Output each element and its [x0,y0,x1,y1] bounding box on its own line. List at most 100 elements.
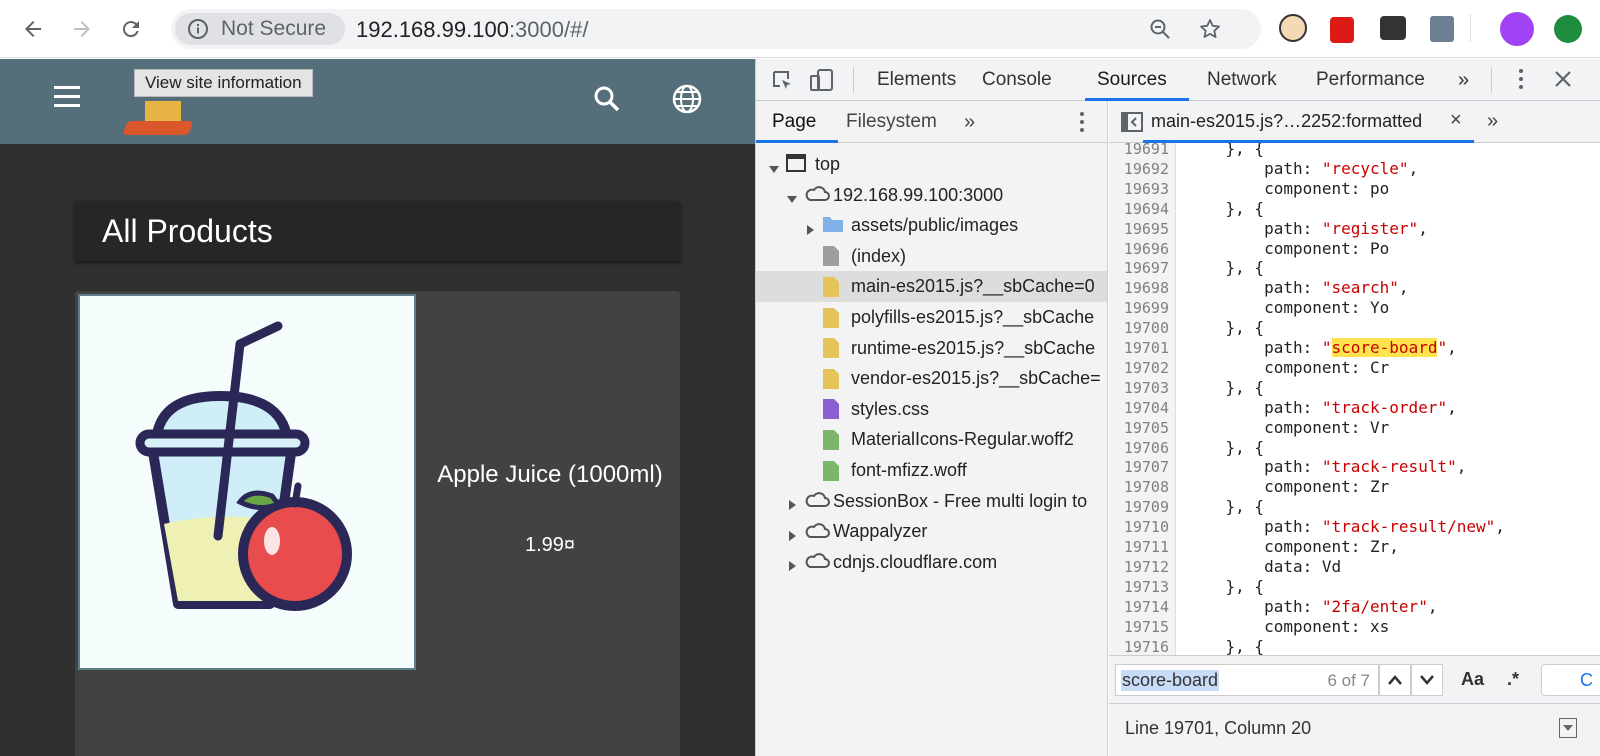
tree-item[interactable]: 192.168.99.100:3000 [756,180,1107,211]
file-gray-icon [822,245,842,267]
next-match-button[interactable] [1411,664,1443,696]
cloud-icon [804,490,830,512]
zoom-button[interactable] [1145,14,1175,44]
match-case-button[interactable]: Aa [1461,669,1484,690]
close-devtools-icon[interactable] [1553,69,1573,94]
profile-avatar[interactable] [1500,12,1534,46]
code-text: path: "track-result", [1187,457,1467,477]
tree-item[interactable]: Wappalyzer [756,516,1107,547]
line-number: 19709 [1123,498,1169,517]
expanded-triangle-icon[interactable] [768,159,780,173]
collapsed-triangle-icon[interactable] [786,495,798,511]
status-bar: Line 19701, Column 20 [1109,703,1600,756]
close-tab-icon[interactable]: × [1450,109,1462,132]
code-text: component: xs [1187,616,1390,636]
app-logo[interactable] [122,101,194,135]
line-number: 19701 [1123,339,1169,357]
code-line: 19712 data: Vd [1109,557,1600,577]
code-text: component: Zr, [1187,537,1399,556]
tree-item[interactable]: SessionBox - Free multi login to [756,486,1107,517]
url-text[interactable]: 192.168.99.100:3000/#/ [356,17,588,43]
extension-cube-icon[interactable] [1430,16,1454,42]
code-line: 19691 }, { [1109,143,1600,159]
code-line: 19698 path: "search", [1109,278,1600,298]
toggle-navigator-icon[interactable] [1121,112,1143,137]
extension-shield-icon[interactable] [1380,16,1406,40]
code-text: component: Vr [1187,417,1390,437]
collapsed-triangle-icon[interactable] [804,220,816,235]
update-icon[interactable] [1554,15,1582,43]
search-icon[interactable] [592,84,622,119]
toolbar-divider [1491,67,1492,93]
tab-elements[interactable]: Elements [877,69,956,91]
tab-sources[interactable]: Sources [1097,69,1167,91]
code-line: 19694 }, { [1109,199,1600,219]
code-line: 19706 }, { [1109,438,1600,458]
editor-tab-file[interactable]: main-es2015.js?…2252:formatted [1151,111,1422,132]
bookmark-button[interactable] [1195,14,1225,44]
tree-item-label: font-mfizz.woff [851,460,967,480]
language-icon[interactable] [671,83,703,120]
security-indicator[interactable]: Not Secure [175,13,345,45]
code-line: 19715 component: xs [1109,617,1600,637]
tree-item[interactable]: assets/public/images [756,210,1107,241]
line-number: 19710 [1123,518,1169,537]
tree-item[interactable]: polyfills-es2015.js?__sbCache [756,302,1107,333]
product-card[interactable]: Apple Juice (1000ml) 1.99¤ [75,291,680,756]
tab-performance[interactable]: Performance [1316,69,1425,91]
tree-item-label: (index) [851,245,907,266]
cloud-icon [804,521,830,543]
code-text: data: Vd [1187,556,1342,576]
tree-item[interactable]: main-es2015.js?__sbCache=0 [756,271,1107,303]
coverage-icon[interactable] [1559,718,1577,738]
more-navigator-tabs-icon[interactable]: » [964,111,975,134]
zoom-out-icon [1150,19,1170,39]
previous-match-button[interactable] [1379,664,1411,696]
inspect-element-icon[interactable] [771,69,793,96]
navigator-menu-icon[interactable] [1080,112,1084,132]
search-input[interactable]: score-board 6 of 7 [1115,664,1379,696]
code-line: 19716 }, { [1109,637,1600,656]
back-button[interactable] [18,14,48,44]
device-toolbar-icon[interactable] [809,67,835,98]
extension-cookie-icon[interactable] [1279,14,1307,42]
extension-angular-icon[interactable] [1330,17,1354,43]
tree-item[interactable]: styles.css [756,394,1107,425]
string-literal: "2fa/enter" [1321,596,1428,616]
cloud-icon [804,551,830,573]
code-text: path: "track-order", [1187,397,1457,417]
cancel-search-button[interactable]: C [1541,664,1600,696]
tree-item[interactable]: top [756,149,1107,180]
tab-page[interactable]: Page [772,111,816,133]
star-icon [1200,19,1220,38]
tab-console[interactable]: Console [982,69,1052,91]
search-highlight: score-board [1331,338,1438,357]
product-image[interactable] [78,294,416,670]
tree-item[interactable]: vendor-es2015.js?__sbCache= [756,363,1107,394]
reload-button[interactable] [116,14,146,44]
expanded-triangle-icon[interactable] [786,189,798,204]
tree-item[interactable]: runtime-es2015.js?__sbCache [756,333,1107,364]
line-number: 19693 [1123,179,1169,198]
tree-item[interactable]: cdnjs.cloudflare.com [756,547,1107,578]
find-bar: score-board 6 of 7 Aa .* C [1109,655,1600,703]
kebab-menu-icon[interactable] [1519,69,1523,89]
browser-toolbar: Not Secure 192.168.99.100:3000/#/ [0,0,1600,58]
tree-item[interactable]: (index) [756,241,1107,272]
regex-button[interactable]: .* [1507,669,1519,690]
more-editor-tabs-icon[interactable]: » [1487,110,1498,133]
more-tabs-chevron-icon[interactable]: » [1458,69,1469,92]
source-code[interactable]: 19691 }, {19692 path: "recycle", 19693 co… [1109,143,1600,655]
collapsed-triangle-icon[interactable] [786,526,798,541]
forward-button[interactable] [67,14,97,44]
tab-network[interactable]: Network [1207,69,1277,91]
code-line: 19692 path: "recycle", [1109,159,1600,179]
tooltip: View site information [134,69,313,97]
collapsed-triangle-icon[interactable] [786,556,798,572]
address-bar[interactable]: Not Secure 192.168.99.100:3000/#/ [171,9,1261,49]
tree-item[interactable]: MaterialIcons-Regular.woff2 [756,424,1107,455]
menu-icon[interactable] [54,86,80,108]
tree-item[interactable]: font-mfizz.woff [756,455,1107,486]
tab-filesystem[interactable]: Filesystem [846,111,937,133]
